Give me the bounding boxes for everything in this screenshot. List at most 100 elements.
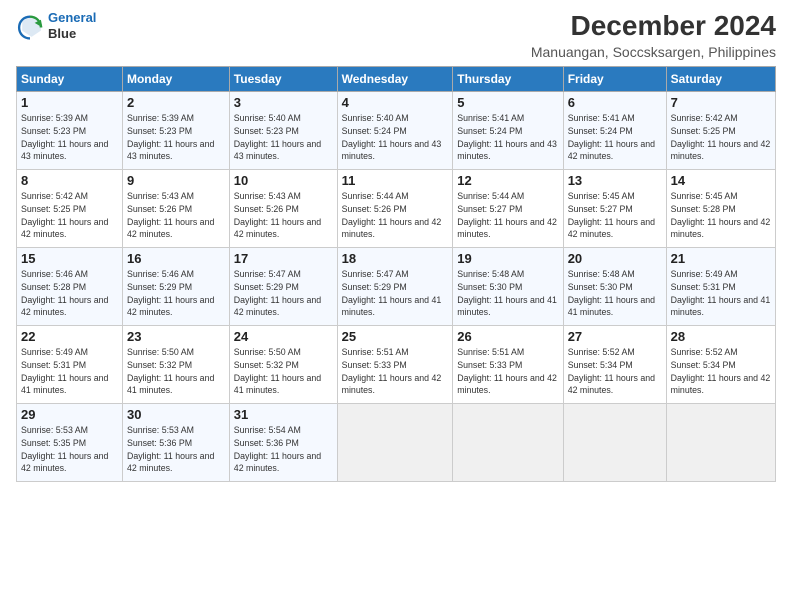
table-row: 5 Sunrise: 5:41 AM Sunset: 5:24 PM Dayli… bbox=[453, 92, 563, 170]
day-number: 14 bbox=[671, 173, 771, 188]
day-info: Sunrise: 5:46 AM Sunset: 5:29 PM Dayligh… bbox=[127, 268, 225, 319]
day-info: Sunrise: 5:51 AM Sunset: 5:33 PM Dayligh… bbox=[342, 346, 449, 397]
table-row: 22 Sunrise: 5:49 AM Sunset: 5:31 PM Dayl… bbox=[17, 326, 123, 404]
day-number: 15 bbox=[21, 251, 118, 266]
day-info: Sunrise: 5:42 AM Sunset: 5:25 PM Dayligh… bbox=[671, 112, 771, 163]
day-number: 20 bbox=[568, 251, 662, 266]
day-number: 25 bbox=[342, 329, 449, 344]
day-info: Sunrise: 5:45 AM Sunset: 5:28 PM Dayligh… bbox=[671, 190, 771, 241]
day-number: 24 bbox=[234, 329, 333, 344]
day-number: 3 bbox=[234, 95, 333, 110]
day-number: 9 bbox=[127, 173, 225, 188]
day-number: 29 bbox=[21, 407, 118, 422]
day-info: Sunrise: 5:50 AM Sunset: 5:32 PM Dayligh… bbox=[234, 346, 333, 397]
day-number: 10 bbox=[234, 173, 333, 188]
day-info: Sunrise: 5:41 AM Sunset: 5:24 PM Dayligh… bbox=[457, 112, 558, 163]
day-info: Sunrise: 5:48 AM Sunset: 5:30 PM Dayligh… bbox=[457, 268, 558, 319]
day-number: 7 bbox=[671, 95, 771, 110]
day-info: Sunrise: 5:54 AM Sunset: 5:36 PM Dayligh… bbox=[234, 424, 333, 475]
logo: General Blue bbox=[16, 10, 96, 41]
day-info: Sunrise: 5:39 AM Sunset: 5:23 PM Dayligh… bbox=[21, 112, 118, 163]
calendar-week-row: 1 Sunrise: 5:39 AM Sunset: 5:23 PM Dayli… bbox=[17, 92, 776, 170]
day-number: 8 bbox=[21, 173, 118, 188]
day-number: 31 bbox=[234, 407, 333, 422]
day-number: 27 bbox=[568, 329, 662, 344]
table-row: 23 Sunrise: 5:50 AM Sunset: 5:32 PM Dayl… bbox=[122, 326, 229, 404]
table-row: 20 Sunrise: 5:48 AM Sunset: 5:30 PM Dayl… bbox=[563, 248, 666, 326]
header: General Blue December 2024 Manuangan, So… bbox=[16, 10, 776, 60]
table-row: 29 Sunrise: 5:53 AM Sunset: 5:35 PM Dayl… bbox=[17, 404, 123, 482]
table-row: 19 Sunrise: 5:48 AM Sunset: 5:30 PM Dayl… bbox=[453, 248, 563, 326]
day-info: Sunrise: 5:47 AM Sunset: 5:29 PM Dayligh… bbox=[234, 268, 333, 319]
day-info: Sunrise: 5:45 AM Sunset: 5:27 PM Dayligh… bbox=[568, 190, 662, 241]
col-sunday: Sunday bbox=[17, 67, 123, 92]
day-number: 18 bbox=[342, 251, 449, 266]
table-row: 3 Sunrise: 5:40 AM Sunset: 5:23 PM Dayli… bbox=[229, 92, 337, 170]
calendar-header-row: Sunday Monday Tuesday Wednesday Thursday… bbox=[17, 67, 776, 92]
col-tuesday: Tuesday bbox=[229, 67, 337, 92]
day-info: Sunrise: 5:40 AM Sunset: 5:24 PM Dayligh… bbox=[342, 112, 449, 163]
table-row: 8 Sunrise: 5:42 AM Sunset: 5:25 PM Dayli… bbox=[17, 170, 123, 248]
table-row: 14 Sunrise: 5:45 AM Sunset: 5:28 PM Dayl… bbox=[666, 170, 775, 248]
table-row: 26 Sunrise: 5:51 AM Sunset: 5:33 PM Dayl… bbox=[453, 326, 563, 404]
table-row: 30 Sunrise: 5:53 AM Sunset: 5:36 PM Dayl… bbox=[122, 404, 229, 482]
page-title: December 2024 bbox=[531, 10, 776, 42]
day-number: 16 bbox=[127, 251, 225, 266]
empty-cell bbox=[563, 404, 666, 482]
empty-cell bbox=[453, 404, 563, 482]
day-info: Sunrise: 5:50 AM Sunset: 5:32 PM Dayligh… bbox=[127, 346, 225, 397]
day-info: Sunrise: 5:44 AM Sunset: 5:27 PM Dayligh… bbox=[457, 190, 558, 241]
day-number: 26 bbox=[457, 329, 558, 344]
logo-line2: Blue bbox=[48, 26, 96, 42]
day-number: 19 bbox=[457, 251, 558, 266]
empty-cell bbox=[666, 404, 775, 482]
day-info: Sunrise: 5:48 AM Sunset: 5:30 PM Dayligh… bbox=[568, 268, 662, 319]
col-thursday: Thursday bbox=[453, 67, 563, 92]
table-row: 24 Sunrise: 5:50 AM Sunset: 5:32 PM Dayl… bbox=[229, 326, 337, 404]
day-info: Sunrise: 5:39 AM Sunset: 5:23 PM Dayligh… bbox=[127, 112, 225, 163]
table-row: 6 Sunrise: 5:41 AM Sunset: 5:24 PM Dayli… bbox=[563, 92, 666, 170]
page-subtitle: Manuangan, Soccsksargen, Philippines bbox=[531, 44, 776, 60]
logo-text: General Blue bbox=[48, 10, 96, 41]
calendar-week-row: 15 Sunrise: 5:46 AM Sunset: 5:28 PM Dayl… bbox=[17, 248, 776, 326]
day-number: 1 bbox=[21, 95, 118, 110]
page: General Blue December 2024 Manuangan, So… bbox=[0, 0, 792, 612]
day-info: Sunrise: 5:41 AM Sunset: 5:24 PM Dayligh… bbox=[568, 112, 662, 163]
calendar-week-row: 22 Sunrise: 5:49 AM Sunset: 5:31 PM Dayl… bbox=[17, 326, 776, 404]
day-info: Sunrise: 5:47 AM Sunset: 5:29 PM Dayligh… bbox=[342, 268, 449, 319]
table-row: 13 Sunrise: 5:45 AM Sunset: 5:27 PM Dayl… bbox=[563, 170, 666, 248]
day-number: 5 bbox=[457, 95, 558, 110]
title-block: December 2024 Manuangan, Soccsksargen, P… bbox=[531, 10, 776, 60]
table-row: 1 Sunrise: 5:39 AM Sunset: 5:23 PM Dayli… bbox=[17, 92, 123, 170]
day-info: Sunrise: 5:52 AM Sunset: 5:34 PM Dayligh… bbox=[671, 346, 771, 397]
table-row: 15 Sunrise: 5:46 AM Sunset: 5:28 PM Dayl… bbox=[17, 248, 123, 326]
calendar-week-row: 8 Sunrise: 5:42 AM Sunset: 5:25 PM Dayli… bbox=[17, 170, 776, 248]
empty-cell bbox=[337, 404, 453, 482]
table-row: 28 Sunrise: 5:52 AM Sunset: 5:34 PM Dayl… bbox=[666, 326, 775, 404]
day-info: Sunrise: 5:51 AM Sunset: 5:33 PM Dayligh… bbox=[457, 346, 558, 397]
day-info: Sunrise: 5:52 AM Sunset: 5:34 PM Dayligh… bbox=[568, 346, 662, 397]
table-row: 2 Sunrise: 5:39 AM Sunset: 5:23 PM Dayli… bbox=[122, 92, 229, 170]
table-row: 9 Sunrise: 5:43 AM Sunset: 5:26 PM Dayli… bbox=[122, 170, 229, 248]
col-saturday: Saturday bbox=[666, 67, 775, 92]
table-row: 31 Sunrise: 5:54 AM Sunset: 5:36 PM Dayl… bbox=[229, 404, 337, 482]
calendar-week-row: 29 Sunrise: 5:53 AM Sunset: 5:35 PM Dayl… bbox=[17, 404, 776, 482]
day-number: 4 bbox=[342, 95, 449, 110]
day-number: 12 bbox=[457, 173, 558, 188]
col-friday: Friday bbox=[563, 67, 666, 92]
day-number: 6 bbox=[568, 95, 662, 110]
table-row: 11 Sunrise: 5:44 AM Sunset: 5:26 PM Dayl… bbox=[337, 170, 453, 248]
table-row: 18 Sunrise: 5:47 AM Sunset: 5:29 PM Dayl… bbox=[337, 248, 453, 326]
day-number: 23 bbox=[127, 329, 225, 344]
day-number: 22 bbox=[21, 329, 118, 344]
day-number: 11 bbox=[342, 173, 449, 188]
day-info: Sunrise: 5:49 AM Sunset: 5:31 PM Dayligh… bbox=[21, 346, 118, 397]
day-info: Sunrise: 5:49 AM Sunset: 5:31 PM Dayligh… bbox=[671, 268, 771, 319]
day-info: Sunrise: 5:43 AM Sunset: 5:26 PM Dayligh… bbox=[127, 190, 225, 241]
day-info: Sunrise: 5:40 AM Sunset: 5:23 PM Dayligh… bbox=[234, 112, 333, 163]
table-row: 4 Sunrise: 5:40 AM Sunset: 5:24 PM Dayli… bbox=[337, 92, 453, 170]
calendar-table: Sunday Monday Tuesday Wednesday Thursday… bbox=[16, 66, 776, 482]
day-info: Sunrise: 5:44 AM Sunset: 5:26 PM Dayligh… bbox=[342, 190, 449, 241]
table-row: 16 Sunrise: 5:46 AM Sunset: 5:29 PM Dayl… bbox=[122, 248, 229, 326]
day-info: Sunrise: 5:46 AM Sunset: 5:28 PM Dayligh… bbox=[21, 268, 118, 319]
